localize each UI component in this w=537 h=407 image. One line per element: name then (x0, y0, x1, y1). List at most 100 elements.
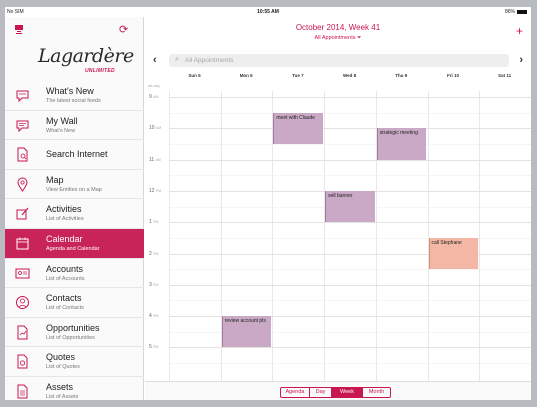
sidebar-item-assets[interactable]: Assets List of Assets (5, 377, 144, 400)
hour-label: 9 AM (149, 94, 159, 100)
sidebar-item-calendar[interactable]: Calendar Agenda and Calendar (5, 228, 144, 259)
chat-bubble-icon (16, 90, 29, 103)
battery-indicator: 86% (505, 9, 527, 15)
assets-icon (17, 384, 28, 399)
hour-line (169, 222, 531, 224)
calendar-event[interactable]: review account pls (221, 316, 272, 348)
activities-icon (16, 207, 29, 220)
app-frame: No SIM 10:55 AM 86% ⟳ Lagardère UNLIMITE… (5, 7, 531, 400)
sidebar-item-my-wall[interactable]: My Wall What's New (5, 111, 144, 141)
sidebar-menu: What's New The latest social feeds My Wall… (5, 81, 144, 400)
sidebar-item-title: Search Internet (46, 149, 108, 160)
sidebar-item-subtitle: View Entities on a Map (46, 186, 102, 193)
sidebar-item-what-s-new[interactable]: What's New The latest social feeds (5, 81, 144, 111)
view-switcher: Agenda Day Week Month (280, 387, 391, 398)
hour-label: 3 PM (149, 281, 159, 288)
sidebar-item-title: What's New (46, 86, 94, 96)
sidebar-item-title: Calendar (46, 233, 83, 244)
search-doc-icon (17, 147, 28, 162)
day-column-divider (324, 91, 326, 381)
view-week-button[interactable]: Week (331, 388, 362, 397)
view-month-button[interactable]: Month (362, 388, 390, 397)
add-appointment-button[interactable]: + (516, 25, 523, 37)
filter-dropdown[interactable]: All Appointments ⏷ (145, 35, 531, 42)
search-bar[interactable]: ⌕ All Appointments (169, 54, 509, 67)
day-header: Thu 9 (395, 73, 408, 78)
clock: 10:55 AM (257, 9, 279, 15)
week-grid[interactable]: 9 AM 10 AM 11 AM 12 PM 1 PM 2 PM 3 PM 4 PM 5 PM m… (145, 91, 531, 381)
opportunities-icon (17, 325, 28, 340)
hour-label: 2 PM (149, 250, 159, 257)
half-hour-line (169, 143, 531, 145)
sidebar-header: ⟳ Lagardère UNLIMITED (5, 17, 144, 81)
calendar-view: October 2014, Week 41 All Appointments ⏷… (145, 17, 531, 400)
sidebar-item-map[interactable]: Map View Entities on a Map (5, 170, 144, 200)
user-icon[interactable] (15, 25, 23, 34)
sidebar-item-quotes[interactable]: Quotes List of Quotes (5, 347, 144, 377)
logo: Lagardère (38, 45, 134, 67)
battery-icon (517, 9, 527, 14)
hour-line (169, 97, 531, 98)
sidebar-item-title: Contacts (46, 293, 82, 304)
hour-label: 1 PM (149, 219, 159, 226)
hour-line (169, 284, 531, 286)
sidebar-item-opportunities[interactable]: Opportunities List of Opportunities (5, 318, 144, 348)
sidebar-item-subtitle: What's New (46, 127, 76, 134)
sidebar-item-subtitle: List of Opportunities (46, 334, 95, 341)
battery-label: 86% (504, 9, 515, 15)
day-header: Sun 5 (188, 73, 201, 78)
sync-icon[interactable]: ⟳ (119, 25, 128, 36)
hour-label: 5 PM (149, 344, 159, 351)
sidebar-item-search-internet[interactable]: Search Internet (5, 140, 144, 170)
sidebar-item-title: Activities (46, 204, 82, 215)
accounts-icon (15, 268, 30, 279)
calendar-event[interactable]: sell banner (325, 190, 375, 223)
day-header: Tue 7 (292, 73, 304, 78)
sidebar-item-contacts[interactable]: Contacts List of Contacts (5, 288, 144, 318)
view-agenda-button[interactable]: Agenda (281, 388, 309, 397)
search-placeholder: All Appointments (185, 57, 234, 64)
sidebar-item-subtitle: The latest social feeds (46, 98, 101, 104)
hour-line (169, 159, 531, 161)
day-column-divider (479, 91, 481, 381)
week-day-headers: Sun 5 Mon 6 Tue 7 Wed 8 Thu 9 Fri 10 Sat 11 (145, 73, 531, 83)
hour-label: 11 AM (149, 156, 161, 163)
map-pin-icon (17, 177, 28, 192)
sidebar: ⟳ Lagardère UNLIMITED What's New The late… (5, 17, 144, 400)
day-header: Wed 8 (343, 73, 357, 78)
sidebar-item-accounts[interactable]: Accounts List of Accounts (5, 259, 144, 289)
half-hour-line (169, 300, 531, 302)
day-column-divider (427, 91, 429, 381)
day-header: Sat 11 (498, 73, 512, 78)
hour-label: 10 AM (149, 125, 162, 132)
status-bar: No SIM 10:55 AM 86% (5, 7, 531, 17)
sidebar-item-title: Accounts (46, 263, 84, 274)
hour-label: 12 PM (149, 187, 162, 194)
half-hour-line (169, 112, 531, 114)
contacts-icon (16, 296, 29, 310)
next-week-button[interactable]: › (519, 55, 523, 66)
sidebar-item-title: My Wall (46, 115, 78, 126)
calendar-event[interactable]: strategic meeting (376, 128, 427, 160)
hour-line (169, 128, 531, 130)
sidebar-item-title: Opportunities (46, 322, 100, 333)
calendar-event[interactable]: call Stephane (428, 237, 479, 270)
calendar-icon (16, 237, 29, 250)
half-hour-line (169, 269, 531, 271)
sidebar-item-subtitle: List of Contacts (46, 305, 84, 312)
calendar-event[interactable]: meet with Claude (273, 112, 324, 144)
sidebar-item-activities[interactable]: Activities List of Activities (5, 199, 144, 229)
logo-tagline: UNLIMITED (85, 68, 115, 74)
sidebar-item-subtitle: Agenda and Calendar (46, 245, 100, 252)
prev-week-button[interactable]: ‹ (153, 55, 157, 66)
wall-icon (16, 120, 29, 132)
hour-line (169, 347, 531, 349)
sidebar-item-title: Assets (46, 381, 74, 392)
page-title: October 2014, Week 41 (295, 23, 381, 32)
day-header: Mon 6 (239, 73, 253, 78)
bottom-toolbar: Agenda Day Week Month (145, 381, 531, 400)
chevron-down-icon: ⏷ (357, 35, 362, 41)
view-day-button[interactable]: Day (309, 388, 331, 397)
filter-label: All Appointments (314, 35, 356, 41)
search-icon: ⌕ (175, 56, 179, 63)
